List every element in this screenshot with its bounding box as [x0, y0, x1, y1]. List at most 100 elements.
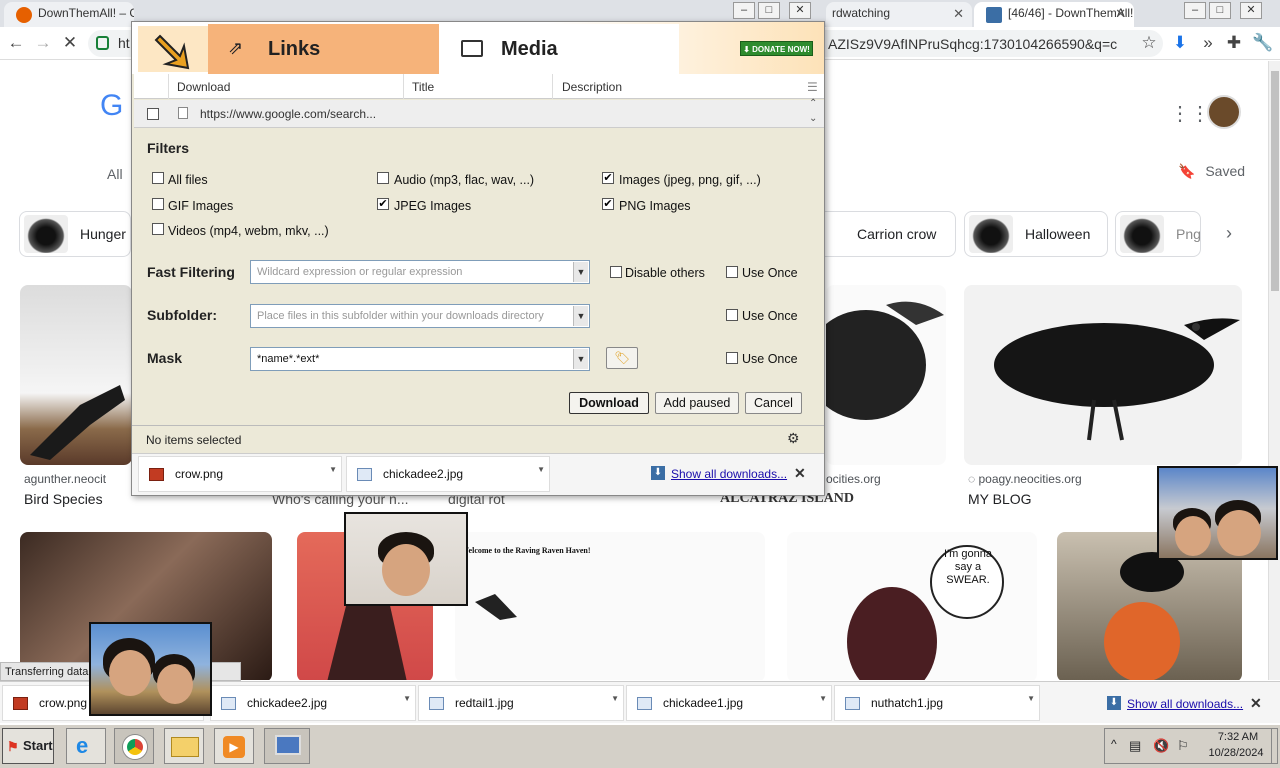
chevron-down-icon[interactable]: ▼ [1027, 694, 1035, 703]
stop-icon[interactable]: ✕ [60, 33, 80, 53]
filter-images-checkbox[interactable]: ✔ [602, 172, 614, 184]
donate-button[interactable]: ⬇ DONATE NOW! [740, 41, 813, 56]
close-window-button-main[interactable]: ✕ [1240, 2, 1262, 19]
tab-downthemall[interactable]: DownThemAll! – Ge [4, 2, 134, 27]
action-center-flag-icon[interactable]: ⚐ [1177, 738, 1189, 754]
disable-others-checkbox[interactable] [610, 266, 622, 278]
result-image[interactable] [826, 285, 946, 465]
forward-icon[interactable]: → [33, 33, 53, 53]
fast-filtering-use-once-checkbox[interactable] [726, 266, 738, 278]
more-extensions-icon[interactable]: » [1198, 33, 1218, 53]
video-call-thumbnail[interactable] [344, 512, 468, 606]
clock-time[interactable]: 7:32 AM [1209, 731, 1267, 743]
show-desktop-button[interactable] [1271, 729, 1277, 763]
avatar[interactable] [1207, 95, 1241, 129]
download-button[interactable]: Download [569, 392, 649, 414]
close-tab-icon[interactable]: ✕ [953, 6, 964, 22]
google-logo[interactable]: G [100, 89, 123, 123]
result-image[interactable] [964, 285, 1242, 465]
row-checkbox[interactable] [147, 108, 159, 120]
video-call-thumbnail[interactable] [89, 622, 212, 716]
tray-expand-icon[interactable]: ^ [1111, 737, 1117, 751]
show-all-downloads-link[interactable]: Show all downloads... [671, 467, 787, 481]
subfolder-use-once-checkbox[interactable] [726, 309, 738, 321]
gear-icon[interactable]: ⚙ [787, 430, 800, 447]
filter-jpeg-checkbox[interactable]: ✔ [377, 198, 389, 210]
filter-all-files-checkbox[interactable] [152, 172, 164, 184]
list-row[interactable]: https://www.google.com/search... ⌃ ⌄ [134, 98, 824, 128]
result-image[interactable]: Welcome to the Raving Raven Haven! [455, 532, 765, 680]
chevron-down-icon[interactable]: ▼ [537, 465, 545, 474]
download-item[interactable]: redtail1.jpg ▼ [418, 685, 624, 721]
result-source[interactable]: agunther.neocit [24, 472, 106, 486]
chevron-down-icon[interactable]: ▼ [403, 694, 411, 703]
wrench-icon[interactable]: 🔧 [1252, 33, 1273, 53]
result-caption[interactable]: Bird Species [24, 491, 103, 507]
show-all-downloads-link[interactable]: Show all downloads... [1127, 697, 1243, 711]
filter-png-checkbox[interactable]: ✔ [602, 198, 614, 210]
minimize-button[interactable]: – [733, 2, 755, 19]
subfolder-input[interactable]: Place files in this subfolder within you… [250, 304, 590, 328]
tab-dta-progress[interactable]: [46/46] - DownThemAll! ✕ [974, 2, 1134, 27]
nav-all[interactable]: All [107, 166, 123, 182]
filter-audio-checkbox[interactable] [377, 172, 389, 184]
filter-gif-checkbox[interactable] [152, 198, 164, 210]
download-item[interactable]: chickadee2.jpg ▼ [346, 456, 550, 492]
cancel-button[interactable]: Cancel [745, 392, 802, 414]
fast-filtering-use-once-label[interactable]: Use Once [742, 266, 798, 280]
mask-input[interactable]: *name*.*ext* ▼ [250, 347, 590, 371]
bookmark-star-icon[interactable]: ☆ [1139, 33, 1159, 53]
chevron-down-icon[interactable]: ▼ [819, 694, 827, 703]
column-picker-icon[interactable]: ☰ [807, 80, 818, 94]
add-paused-button[interactable]: Add paused [655, 392, 739, 414]
column-title[interactable]: Title [412, 80, 434, 94]
downloads-icon[interactable]: ⬇ [1170, 33, 1190, 53]
explorer-taskbar-button[interactable] [164, 728, 204, 764]
subfolder-use-once-label[interactable]: Use Once [742, 309, 798, 323]
network-icon[interactable]: ▤ [1129, 738, 1141, 754]
dropdown-arrow-icon[interactable]: ▼ [573, 349, 588, 369]
filter-videos-checkbox[interactable] [152, 223, 164, 235]
filter-all-files-label[interactable]: All files [168, 173, 208, 187]
result-image[interactable] [20, 285, 132, 465]
filter-gif-label[interactable]: GIF Images [168, 199, 233, 213]
filter-videos-label[interactable]: Videos (mp4, webm, mkv, ...) [168, 224, 329, 238]
chip-png[interactable]: Png [1115, 211, 1201, 257]
chevron-down-icon[interactable]: ▼ [611, 694, 619, 703]
video-call-thumbnail[interactable] [1157, 466, 1278, 560]
dropdown-arrow-icon[interactable]: ▼ [573, 306, 588, 326]
tab-birdwatching[interactable]: rdwatching ✕ [826, 2, 972, 27]
close-shelf-icon[interactable]: ✕ [794, 465, 806, 482]
filter-jpeg-label[interactable]: JPEG Images [394, 199, 471, 213]
start-button[interactable]: ⚑ Start [2, 728, 54, 764]
mask-use-once-checkbox[interactable] [726, 352, 738, 364]
close-window-button[interactable]: ✕ [789, 2, 811, 19]
filter-images-label[interactable]: Images (jpeg, png, gif, ...) [619, 173, 761, 187]
result-image[interactable]: I'm gonna say a SWEAR. [787, 532, 1037, 680]
media-player-taskbar-button[interactable]: ▶ [214, 728, 254, 764]
chip-halloween[interactable]: Halloween [964, 211, 1108, 257]
scroll-thumb[interactable] [1271, 71, 1279, 291]
maximize-button[interactable]: □ [758, 2, 780, 19]
result-source[interactable]: ocities.org [826, 472, 881, 486]
mask-tags-button[interactable]: 🏷 [606, 347, 638, 369]
close-tab-icon[interactable]: ✕ [1115, 6, 1126, 22]
maximize-button-main[interactable]: □ [1209, 2, 1231, 19]
volume-muted-icon[interactable]: 🔇 [1153, 738, 1169, 754]
filter-png-label[interactable]: PNG Images [619, 199, 691, 213]
extensions-puzzle-icon[interactable]: ✚ [1224, 33, 1244, 53]
download-item[interactable]: crow.png ▼ [138, 456, 342, 492]
page-scrollbar[interactable] [1268, 61, 1280, 680]
tab-links[interactable]: ⇗ Links [208, 24, 439, 74]
tab-media[interactable]: Media [439, 24, 679, 74]
fast-filtering-input[interactable]: Wildcard expression or regular expressio… [250, 260, 590, 284]
dropdown-arrow-icon[interactable]: ▼ [573, 262, 588, 282]
chevron-down-icon[interactable]: ▼ [329, 465, 337, 474]
download-item[interactable]: chickadee1.jpg ▼ [626, 685, 832, 721]
minimize-button-main[interactable]: – [1184, 2, 1206, 19]
column-download[interactable]: Download [177, 80, 230, 94]
download-item[interactable]: chickadee2.jpg ▼ [210, 685, 416, 721]
download-item[interactable]: nuthatch1.jpg ▼ [834, 685, 1040, 721]
result-caption[interactable]: MY BLOG [968, 491, 1032, 507]
mask-use-once-label[interactable]: Use Once [742, 352, 798, 366]
